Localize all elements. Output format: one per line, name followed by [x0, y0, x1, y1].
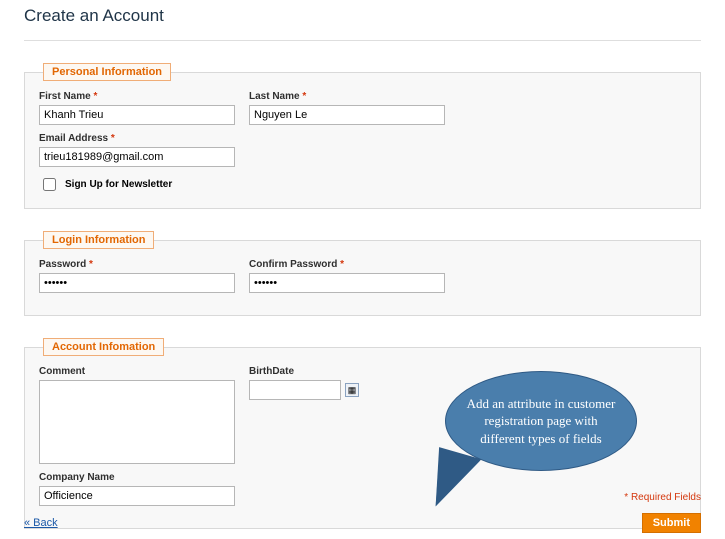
last-name-input[interactable]: [249, 105, 445, 125]
newsletter-checkbox[interactable]: [43, 178, 56, 191]
email-label: Email Address *: [39, 133, 235, 144]
birthdate-input[interactable]: [249, 380, 341, 400]
submit-button[interactable]: Submit: [642, 513, 701, 533]
confirm-password-input[interactable]: [249, 273, 445, 293]
back-link[interactable]: « Back: [24, 517, 58, 529]
last-name-label: Last Name *: [249, 91, 445, 102]
newsletter-label: Sign Up for Newsletter: [65, 179, 172, 190]
fieldset-login: Login Information Password * Confirm Pas…: [24, 231, 701, 316]
first-name-label: First Name *: [39, 91, 235, 102]
legend-login: Login Information: [43, 231, 154, 249]
required-fields-note: * Required Fields: [24, 492, 701, 503]
email-input[interactable]: [39, 147, 235, 167]
first-name-input[interactable]: [39, 105, 235, 125]
company-label: Company Name: [39, 472, 235, 483]
password-label: Password *: [39, 259, 235, 270]
divider: [24, 40, 701, 41]
annotation-text: Add an attribute in customer registratio…: [464, 395, 618, 448]
legend-personal: Personal Information: [43, 63, 171, 81]
password-input[interactable]: [39, 273, 235, 293]
comment-label: Comment: [39, 366, 235, 377]
confirm-password-label: Confirm Password *: [249, 259, 445, 270]
fieldset-personal: Personal Information First Name * Last N…: [24, 63, 701, 209]
page-title: Create an Account: [24, 6, 701, 34]
comment-textarea[interactable]: [39, 380, 235, 464]
legend-account: Account Infomation: [43, 338, 164, 356]
annotation-callout: Add an attribute in customer registratio…: [445, 371, 637, 471]
calendar-icon[interactable]: ▦: [345, 383, 359, 397]
birthdate-label: BirthDate: [249, 366, 445, 377]
